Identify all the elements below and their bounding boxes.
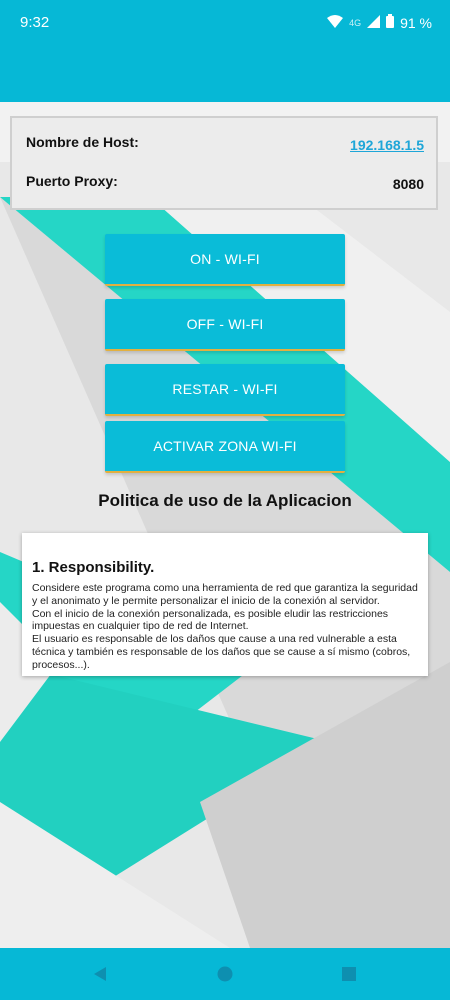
wifi-icon [327,14,344,31]
host-info-panel: Nombre de Host: 192.168.1.5 Puerto Proxy… [10,116,438,210]
wifi-restart-button[interactable]: RESTAR - WI-FI [105,364,345,416]
signal-icon [367,14,381,31]
policy-body: Considere este programa como una herrami… [32,582,418,671]
background-graphic [0,102,450,948]
recents-icon[interactable] [334,948,364,1000]
status-time: 9:32 [20,14,50,31]
navigation-bar [0,948,450,1000]
wifi-on-button[interactable]: ON - WI-FI [105,234,345,286]
host-label: Nombre de Host: [26,134,139,150]
policy-title: Politica de uso de la Aplicacion [98,491,352,510]
back-icon[interactable] [85,948,115,1000]
network-type: 4G [349,17,362,28]
proxy-value: 8080 [392,176,424,192]
proxy-label: Puerto Proxy: [26,173,118,189]
status-indicators: 4G 91 % [327,14,432,31]
home-icon[interactable] [210,948,240,1000]
policy-heading: 1. Responsibility. [32,559,155,576]
host-value-link[interactable]: 192.168.1.5 [350,137,424,153]
battery-icon [386,14,395,31]
app-bar [0,48,450,102]
status-bar: 9:32 4G 91 % [0,0,450,48]
policy-card[interactable]: 1. Responsibility. Considere este progra… [22,533,428,676]
wifi-off-button[interactable]: OFF - WI-FI [105,299,345,351]
hotspot-button[interactable]: ACTIVAR ZONA WI-FI [105,421,345,473]
battery-level: 91 % [400,14,432,31]
